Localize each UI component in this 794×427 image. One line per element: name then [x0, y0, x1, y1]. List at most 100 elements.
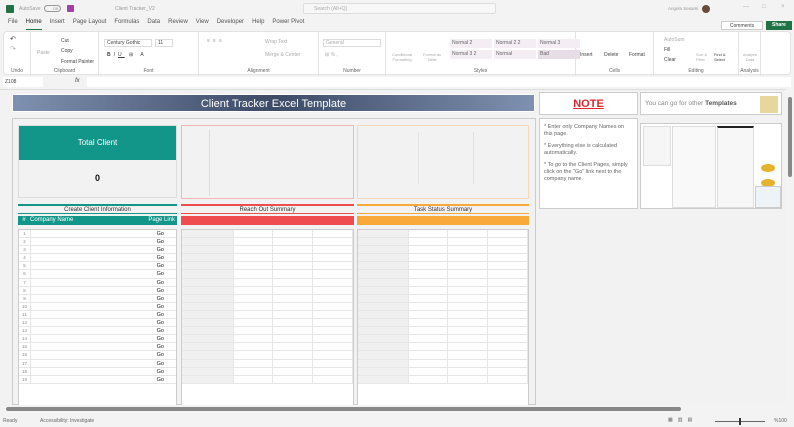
table-cell[interactable]	[409, 246, 449, 254]
table-cell[interactable]	[448, 302, 489, 310]
merge-center-button[interactable]: Merge & Center	[265, 52, 300, 58]
table-cell[interactable]	[358, 319, 409, 327]
table-cell[interactable]	[409, 270, 449, 278]
table-cell[interactable]	[448, 270, 489, 278]
undo-icon[interactable]: ↶	[10, 35, 16, 43]
fill-button[interactable]: Fill	[664, 47, 670, 53]
table-cell[interactable]	[273, 278, 314, 286]
table-cell[interactable]	[273, 375, 314, 383]
table-cell[interactable]	[409, 327, 449, 335]
table-cell[interactable]	[358, 335, 409, 343]
go-link[interactable]: Go	[157, 279, 176, 286]
table-cell[interactable]	[448, 319, 489, 327]
table-cell[interactable]	[182, 367, 234, 375]
table-cell[interactable]	[409, 238, 449, 246]
company-name-cell[interactable]	[31, 368, 157, 375]
style-option[interactable]: Normal	[494, 50, 536, 59]
company-name-cell[interactable]	[31, 343, 157, 350]
accessibility-status[interactable]: Accessibility: Investigate	[40, 418, 94, 424]
table-cell[interactable]	[234, 302, 274, 310]
table-cell[interactable]	[234, 238, 274, 246]
format-painter-button[interactable]: Format Painter	[61, 59, 94, 65]
go-link[interactable]: Go	[157, 303, 176, 310]
table-cell[interactable]	[273, 310, 314, 319]
table-cell[interactable]	[313, 319, 353, 327]
table-cell[interactable]	[358, 351, 409, 359]
table-cell[interactable]	[409, 335, 449, 343]
table-cell[interactable]	[182, 310, 234, 319]
table-cell[interactable]	[234, 327, 274, 335]
table-cell[interactable]	[182, 294, 234, 302]
table-cell[interactable]	[234, 278, 274, 286]
table-cell[interactable]	[409, 367, 449, 375]
table-cell[interactable]	[409, 230, 449, 238]
go-link[interactable]: Go	[157, 295, 176, 302]
table-cell[interactable]	[234, 351, 274, 359]
table-cell[interactable]	[273, 302, 314, 310]
tab-help[interactable]: Help	[252, 19, 264, 30]
share-button[interactable]: Share	[766, 21, 792, 30]
company-name-cell[interactable]	[31, 246, 157, 253]
table-cell[interactable]	[273, 294, 314, 302]
zoom-level[interactable]: %100	[774, 418, 787, 424]
table-cell[interactable]	[234, 359, 274, 367]
table-cell[interactable]	[182, 246, 234, 254]
table-cell[interactable]	[313, 351, 353, 359]
table-cell[interactable]	[313, 359, 353, 367]
table-cell[interactable]	[273, 254, 314, 262]
style-option[interactable]: Bad	[538, 50, 580, 59]
clear-button[interactable]: Clear	[664, 57, 676, 63]
company-name-cell[interactable]	[31, 262, 157, 269]
table-cell[interactable]	[358, 302, 409, 310]
table-cell[interactable]	[358, 254, 409, 262]
table-cell[interactable]	[488, 294, 528, 302]
table-cell[interactable]	[358, 343, 409, 351]
table-cell[interactable]	[182, 375, 234, 383]
table-cell[interactable]	[234, 230, 274, 238]
style-option[interactable]: Normal 2 2	[494, 39, 536, 48]
vertical-scrollbar[interactable]	[786, 89, 794, 405]
table-cell[interactable]	[234, 246, 274, 254]
go-link[interactable]: Go	[157, 376, 176, 383]
save-icon[interactable]	[67, 5, 74, 12]
table-cell[interactable]	[358, 238, 409, 246]
table-cell[interactable]	[273, 367, 314, 375]
table-cell[interactable]	[182, 319, 234, 327]
table-cell[interactable]	[273, 286, 314, 294]
table-cell[interactable]	[234, 319, 274, 327]
table-cell[interactable]	[448, 351, 489, 359]
company-name-cell[interactable]	[31, 351, 157, 358]
go-link[interactable]: Go	[157, 368, 176, 375]
align-icons[interactable]: ≡≡≡	[207, 38, 225, 44]
conditional-formatting-button[interactable]: Conditional Formatting	[388, 52, 416, 62]
table-cell[interactable]	[273, 262, 314, 270]
table-cell[interactable]	[409, 310, 449, 319]
table-cell[interactable]	[182, 238, 234, 246]
go-link[interactable]: Go	[157, 246, 176, 253]
table-cell[interactable]	[488, 343, 528, 351]
go-link[interactable]: Go	[157, 343, 176, 350]
table-cell[interactable]	[488, 262, 528, 270]
table-cell[interactable]	[273, 343, 314, 351]
table-cell[interactable]	[234, 335, 274, 343]
table-cell[interactable]	[182, 270, 234, 278]
table-cell[interactable]	[358, 367, 409, 375]
table-cell[interactable]	[182, 302, 234, 310]
number-format-select[interactable]: General	[323, 39, 381, 47]
table-cell[interactable]	[234, 375, 274, 383]
view-buttons[interactable]: ▦▥▤	[668, 417, 697, 423]
table-cell[interactable]	[409, 343, 449, 351]
table-cell[interactable]	[409, 278, 449, 286]
table-cell[interactable]	[358, 286, 409, 294]
table-cell[interactable]	[488, 327, 528, 335]
table-cell[interactable]	[448, 238, 489, 246]
redo-icon[interactable]: ↷	[10, 45, 16, 53]
go-link[interactable]: Go	[157, 319, 176, 326]
table-cell[interactable]	[358, 359, 409, 367]
format-as-table-button[interactable]: Format as Table	[420, 52, 444, 62]
delete-cells-button[interactable]: Delete	[604, 52, 618, 58]
table-cell[interactable]	[448, 343, 489, 351]
table-cell[interactable]	[182, 262, 234, 270]
table-cell[interactable]	[182, 230, 234, 238]
table-cell[interactable]	[182, 335, 234, 343]
